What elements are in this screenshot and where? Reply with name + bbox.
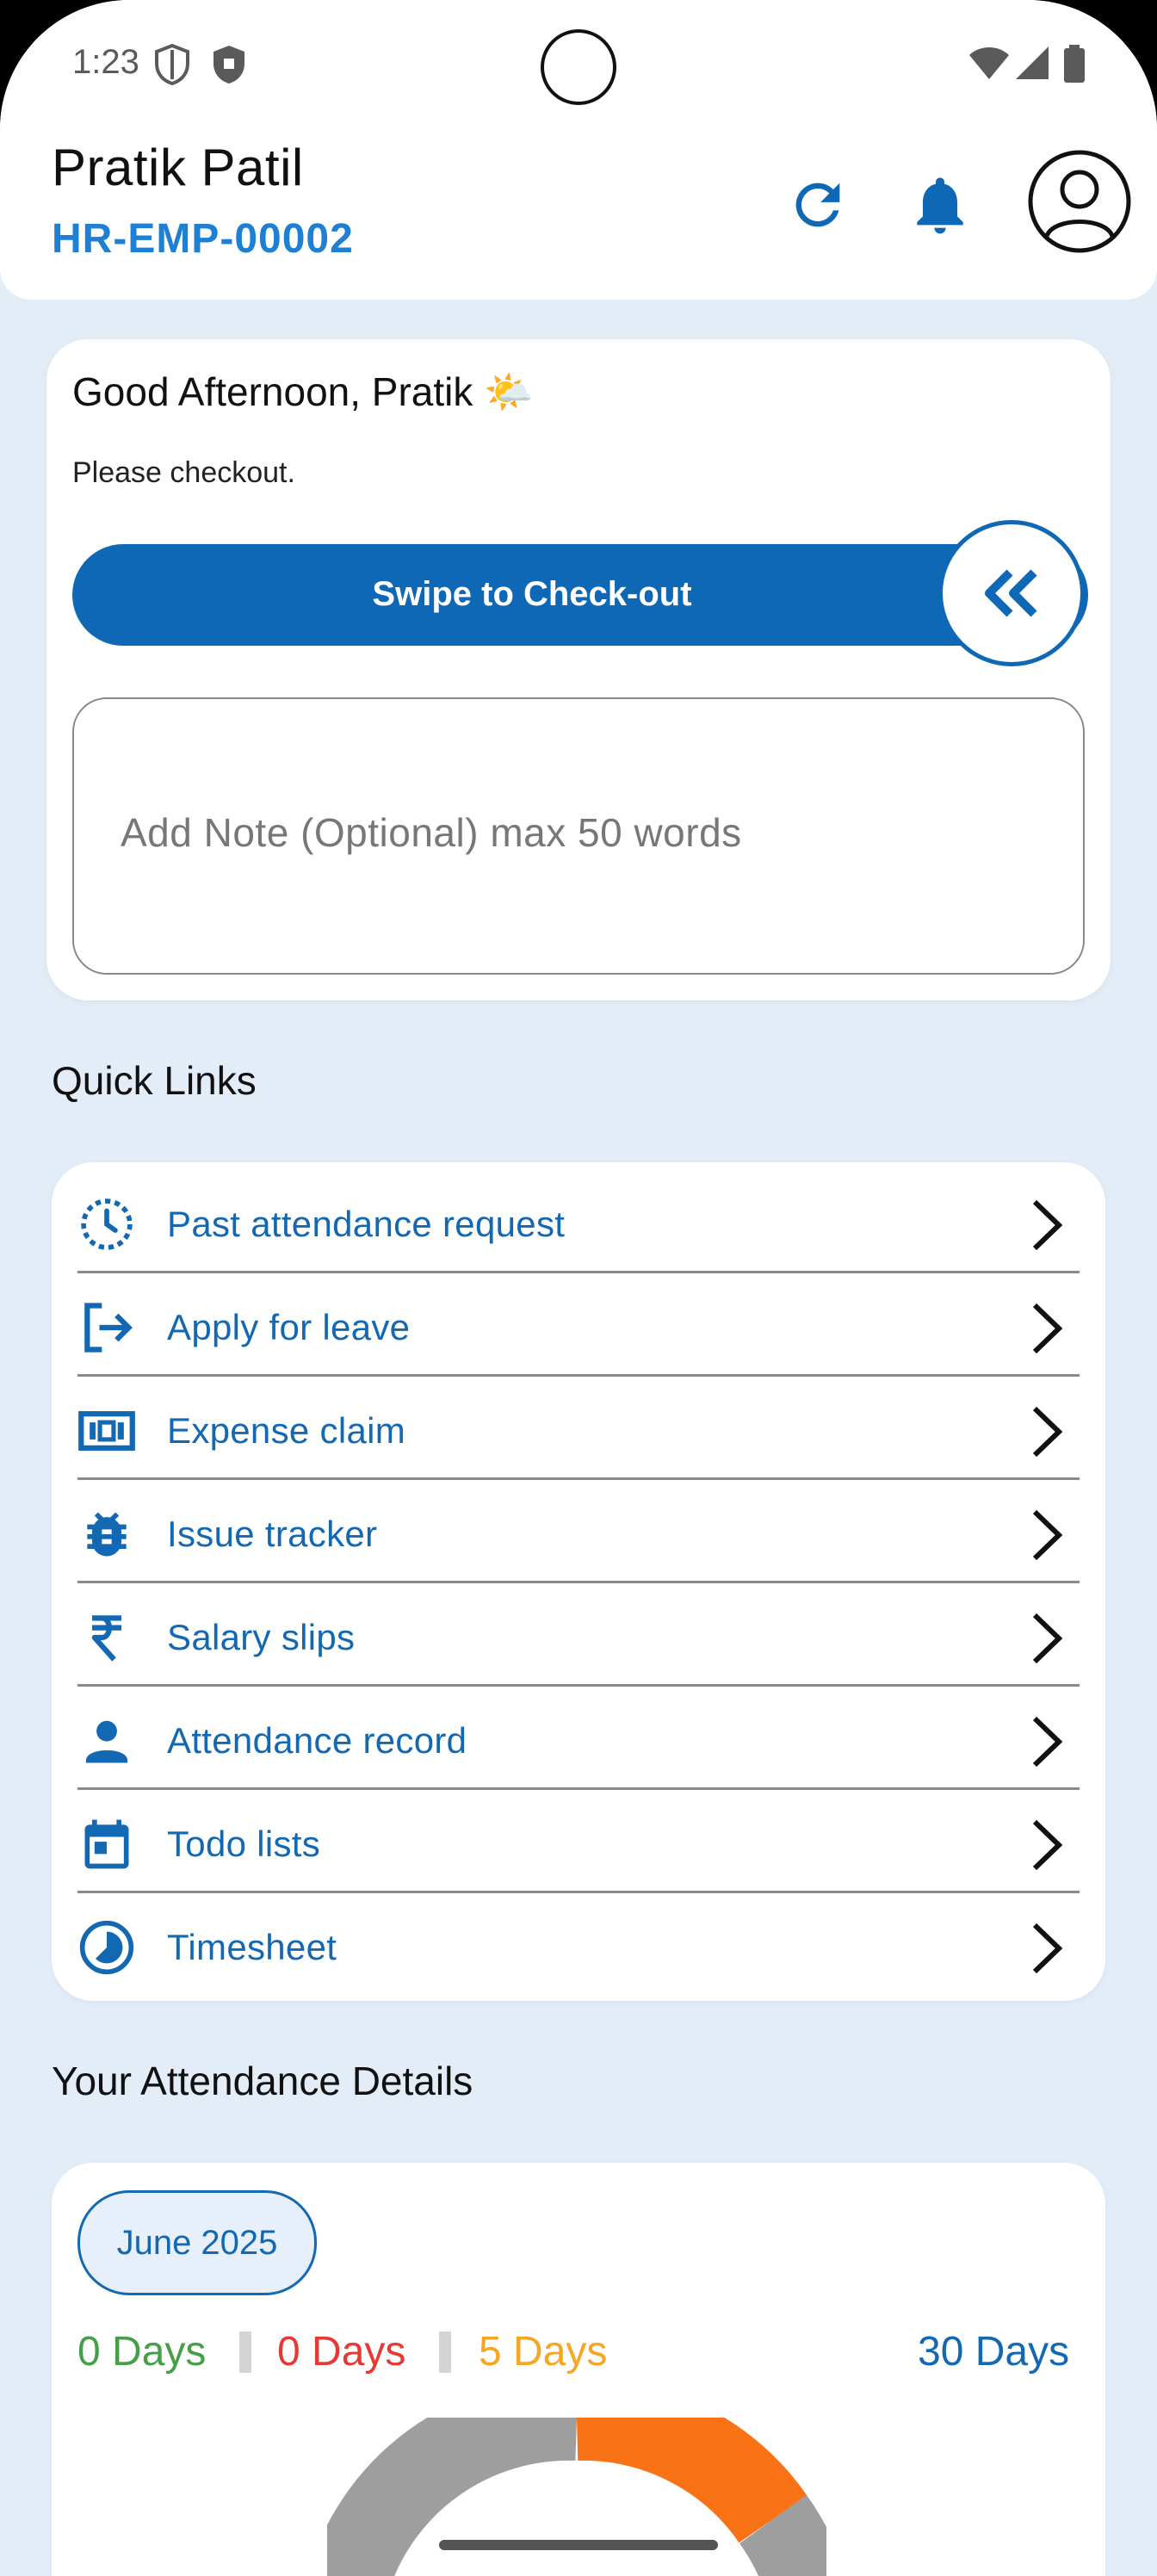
gauge-segment-orange xyxy=(576,2418,807,2543)
status-time: 1:23 xyxy=(72,43,139,81)
gauge-segment-gray-end xyxy=(739,2494,826,2576)
calendar-icon xyxy=(84,1819,129,1869)
quick-link-label: Timesheet xyxy=(167,1927,337,1967)
quick-link-salary-slips[interactable]: Salary slips xyxy=(77,1581,1080,1684)
swipe-checkout-track[interactable]: Swipe to Check-out xyxy=(72,544,1088,646)
swipe-label: Swipe to Check-out xyxy=(372,575,692,613)
chevron-right-icon xyxy=(1032,1923,1063,1974)
quick-link-label: Todo lists xyxy=(167,1824,321,1864)
attendance-gauge xyxy=(327,2418,826,2576)
bug-icon xyxy=(87,1512,127,1557)
quick-link-attendance-record[interactable]: Attendance record xyxy=(77,1684,1080,1787)
quick-links-title: Quick Links xyxy=(52,1058,257,1103)
logout-arrow-icon xyxy=(84,1303,133,1353)
chevron-right-icon xyxy=(1032,1716,1063,1768)
note-placeholder: Add Note (Optional) max 50 words xyxy=(121,810,742,855)
greeting-subtitle: Please checkout. xyxy=(72,456,295,489)
profile-icon xyxy=(1028,150,1131,253)
present-days: 0 Days xyxy=(77,2329,207,2375)
clock-history-icon xyxy=(81,1198,133,1250)
quick-link-issue-tracker[interactable]: Issue tracker xyxy=(77,1477,1080,1581)
quick-link-label: Issue tracker xyxy=(167,1514,378,1554)
chevron-right-icon xyxy=(1032,1819,1063,1871)
quick-link-past-attendance[interactable]: Past attendance request xyxy=(77,1167,1080,1271)
refresh-button[interactable] xyxy=(785,172,851,238)
double-chevron-left-icon xyxy=(985,569,1037,617)
notifications-button[interactable] xyxy=(906,170,974,239)
shield-outline-icon xyxy=(155,43,189,86)
stat-separator xyxy=(239,2331,251,2373)
profile-button[interactable] xyxy=(1026,148,1133,255)
quick-link-todo-lists[interactable]: Todo lists xyxy=(77,1787,1080,1891)
chevron-right-icon xyxy=(1032,1406,1063,1458)
swipe-checkout-handle[interactable] xyxy=(938,520,1085,666)
stat-separator xyxy=(439,2331,451,2373)
user-name: Pratik Patil xyxy=(52,139,304,196)
bell-icon xyxy=(917,177,963,234)
quick-link-label: Apply for leave xyxy=(167,1307,411,1347)
attendance-title: Your Attendance Details xyxy=(52,2059,473,2103)
chevron-right-icon xyxy=(1032,1199,1063,1251)
home-indicator[interactable] xyxy=(439,2540,718,2550)
quick-link-label: Salary slips xyxy=(167,1617,356,1657)
month-label: June 2025 xyxy=(116,2224,278,2262)
note-input[interactable]: Add Note (Optional) max 50 words xyxy=(72,697,1085,975)
shield-filled-icon xyxy=(213,46,244,84)
app-screen: 1:23 Pratik Patil HR-EMP-00002 Good Afte… xyxy=(0,0,1157,2576)
timesheet-icon xyxy=(79,1920,134,1975)
quick-link-apply-leave[interactable]: Apply for leave xyxy=(77,1271,1080,1374)
signal-icon xyxy=(1016,46,1049,79)
rupee-icon xyxy=(91,1615,121,1662)
gauge-segment-gray xyxy=(327,2418,578,2576)
total-days: 30 Days xyxy=(918,2329,1070,2375)
month-selector[interactable]: June 2025 xyxy=(77,2190,317,2295)
battery-icon xyxy=(1064,45,1085,83)
wifi-icon xyxy=(969,47,1009,79)
chevron-right-icon xyxy=(1032,1303,1063,1354)
quick-link-label: Past attendance request xyxy=(167,1204,566,1244)
quick-link-expense-claim[interactable]: Expense claim xyxy=(77,1374,1080,1477)
quick-link-label: Attendance record xyxy=(167,1720,467,1761)
chevron-right-icon xyxy=(1032,1613,1063,1664)
refresh-icon xyxy=(795,183,840,227)
person-icon xyxy=(85,1720,128,1763)
greeting-title: Good Afternoon, Pratik 🌤️ xyxy=(72,369,534,414)
quick-link-timesheet[interactable]: Timesheet xyxy=(77,1891,1080,1994)
leave-days: 5 Days xyxy=(479,2329,608,2375)
employee-id: HR-EMP-00002 xyxy=(52,216,354,262)
absent-days: 0 Days xyxy=(277,2329,406,2375)
chevron-right-icon xyxy=(1032,1509,1063,1561)
camera-cutout xyxy=(541,29,616,105)
money-bill-icon xyxy=(78,1411,135,1451)
quick-link-label: Expense claim xyxy=(167,1410,406,1451)
